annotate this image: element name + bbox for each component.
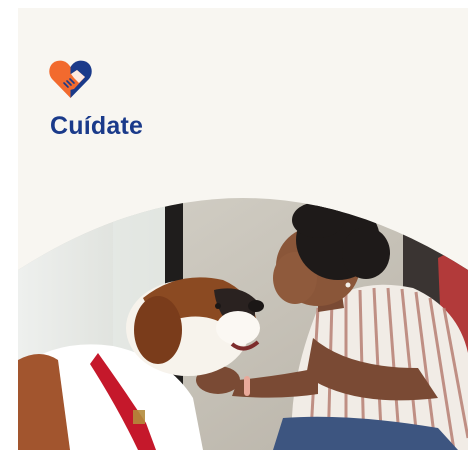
promo-card: Cuídate — [18, 8, 468, 450]
woman-with-saint-bernard-dog-photo — [18, 198, 468, 450]
